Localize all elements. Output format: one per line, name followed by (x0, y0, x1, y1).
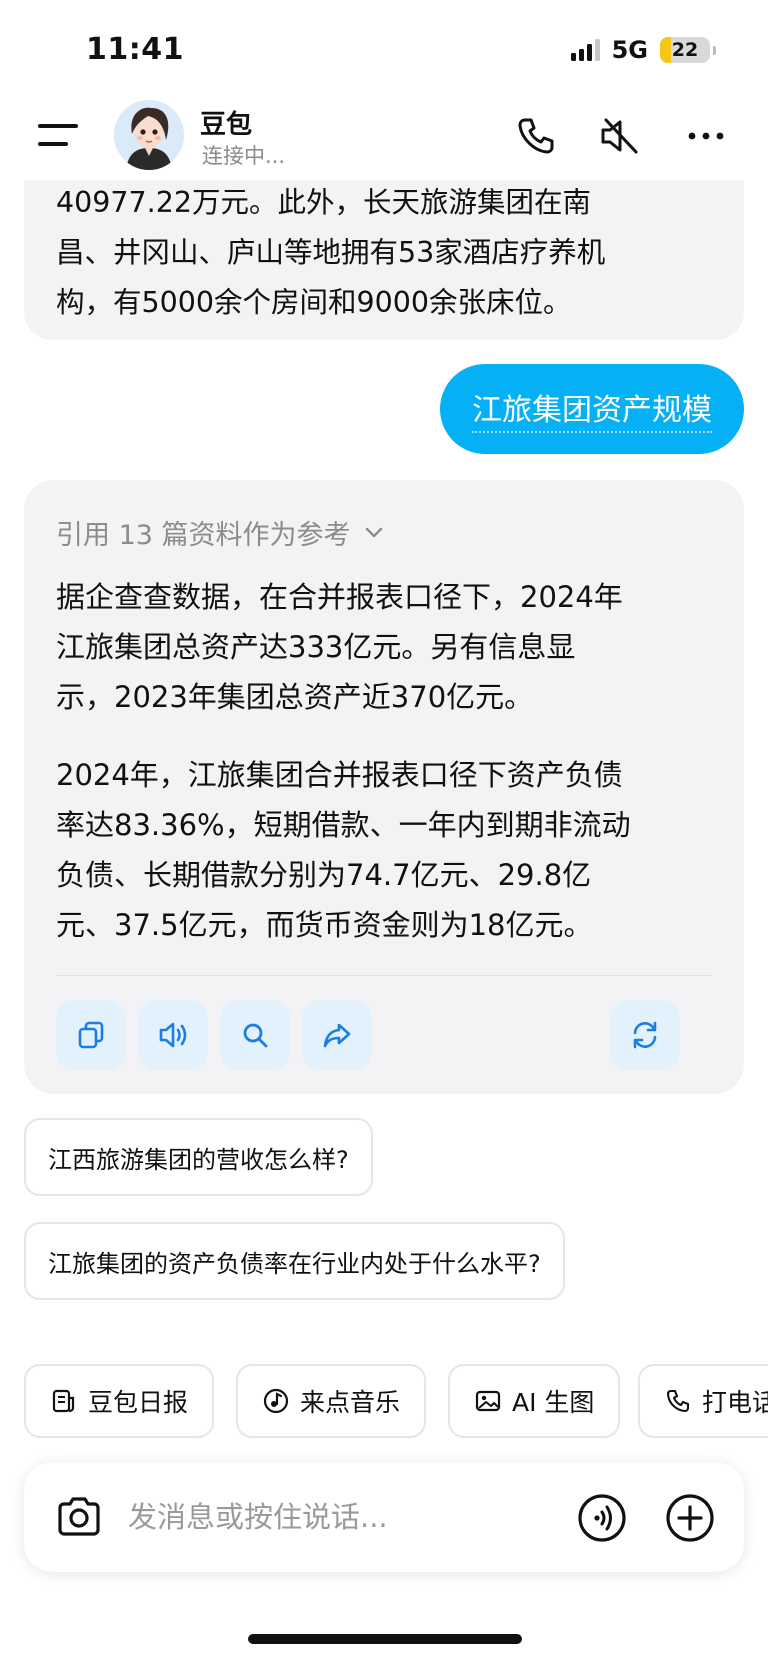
reply-line: 元、37.5亿元，而货币资金则为18亿元。 (56, 908, 593, 942)
reply-line: 江旅集团总资产达333亿元。另有信息显 (56, 630, 576, 664)
image-icon (475, 1390, 501, 1412)
status-indicators: 5G 22 (570, 36, 716, 64)
chip-music[interactable]: 来点音乐 (236, 1364, 427, 1438)
chip-label: 来点音乐 (300, 1388, 401, 1417)
ai-reply: 引用 13 篇资料作为参考 据企查查数据，在合并报表口径下，2024年 江旅集团… (24, 480, 744, 1094)
phone-icon (666, 1389, 690, 1413)
avatar-image (114, 100, 184, 170)
reply-paragraph: 2024年，江旅集团合并报表口径下资产负债 率达83.36%，短期借款、一年内到… (56, 750, 712, 950)
chip-label: 豆包日报 (88, 1388, 189, 1417)
read-aloud-button[interactable] (138, 1000, 208, 1070)
reply-line: 示，2023年集团总资产近370亿元。 (56, 680, 534, 714)
references-toggle[interactable]: 引用 13 篇资料作为参考 (56, 510, 712, 554)
status-bar: 11:41 5G 22 (0, 0, 768, 100)
chip-label: AI 生图 (512, 1388, 595, 1417)
reply-paragraph: 据企查查数据，在合并报表口径下，2024年 江旅集团总资产达333亿元。另有信息… (56, 572, 712, 722)
phone-icon[interactable] (514, 114, 558, 158)
mute-icon[interactable] (598, 114, 642, 158)
suggestion-chip[interactable]: 江西旅游集团的营收怎么样? (24, 1118, 373, 1196)
message-line: 昌、井冈山、庐山等地拥有53家酒店疗养机 (56, 236, 606, 269)
home-indicator[interactable] (248, 1634, 522, 1644)
suggestion-text: 江西旅游集团的营收怎么样? (48, 1145, 349, 1174)
user-message-text: 江旅集团资产规模 (472, 385, 712, 433)
status-time: 11:41 (86, 32, 184, 67)
chevron-down-icon (365, 527, 382, 538)
battery-icon: 22 (660, 37, 710, 63)
divider (56, 975, 712, 976)
reply-line: 率达83.36%，短期借款、一年内到期非流动 (56, 808, 631, 842)
speaker-icon (159, 1022, 187, 1048)
menu-icon[interactable] (38, 118, 80, 154)
more-icon[interactable] (684, 114, 728, 158)
chip-image-gen[interactable]: AI 生图 (448, 1364, 621, 1438)
message-input[interactable] (128, 1488, 528, 1546)
search-button[interactable] (220, 1000, 290, 1070)
reply-line: 负债、长期借款分别为74.7亿元、29.8亿 (56, 858, 592, 892)
regenerate-button[interactable] (610, 1000, 680, 1070)
battery-fill (660, 37, 671, 63)
signal-icon (570, 39, 600, 61)
battery-cap (713, 45, 716, 55)
voice-icon[interactable] (576, 1492, 628, 1544)
copy-icon (78, 1021, 104, 1049)
news-icon (52, 1389, 75, 1413)
reply-line: 据企查查数据，在合并报表口径下，2024年 (56, 580, 623, 614)
reply-line: 2024年，江旅集团合并报表口径下资产负债 (56, 758, 623, 792)
music-icon (263, 1388, 289, 1414)
message-line: 40977.22万元。此外，长天旅游集团在南 (56, 186, 591, 219)
chip-phone-call[interactable]: 打电话 (638, 1364, 768, 1438)
copy-button[interactable] (56, 1000, 126, 1070)
suggestion-text: 江旅集团的资产负债率在行业内处于什么水平? (48, 1249, 541, 1278)
message-input-bar (24, 1462, 744, 1572)
message-line: 构，有5000余个房间和9000余张床位。 (56, 286, 572, 319)
references-label: 引用 13 篇资料作为参考 (56, 519, 351, 551)
user-message[interactable]: 江旅集团资产规模 (440, 364, 744, 454)
bot-name: 豆包 (200, 110, 253, 140)
network-label: 5G (611, 36, 648, 64)
plus-icon[interactable] (664, 1492, 716, 1544)
suggestion-chip[interactable]: 江旅集团的资产负债率在行业内处于什么水平? (24, 1222, 565, 1300)
chip-daily-news[interactable]: 豆包日报 (24, 1364, 215, 1438)
share-button[interactable] (302, 1000, 372, 1070)
battery-level: 22 (671, 39, 699, 61)
chip-label: 打电话 (702, 1388, 768, 1417)
share-icon (323, 1023, 351, 1048)
search-icon (243, 1023, 268, 1048)
bot-status: 连接中... (202, 144, 286, 168)
chat-header: 豆包 连接中... (0, 96, 768, 180)
avatar[interactable] (114, 100, 184, 170)
refresh-icon (633, 1021, 657, 1049)
camera-icon[interactable] (54, 1492, 104, 1542)
